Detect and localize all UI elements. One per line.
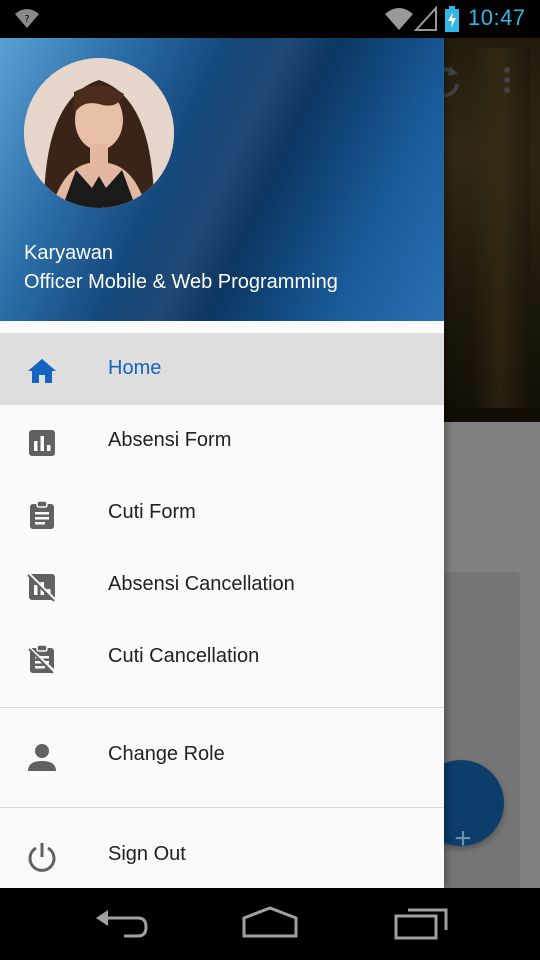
user-role: Officer Mobile & Web Programming xyxy=(24,271,338,293)
menu-item-absensi-cancellation[interactable]: Absensi Cancellation xyxy=(0,549,444,621)
clipboard-icon xyxy=(30,500,54,529)
add-icon: + xyxy=(454,822,472,855)
navigation-drawer: Karyawan Officer Mobile & Web Programmin… xyxy=(0,38,444,888)
menu-item-sign-out[interactable]: Sign Out xyxy=(0,819,444,888)
drawer-header: Karyawan Officer Mobile & Web Programmin… xyxy=(0,38,444,321)
menu-divider xyxy=(0,707,444,708)
bar-chart-cancel-icon xyxy=(26,571,58,603)
menu-item-label: Sign Out xyxy=(108,843,186,865)
recent-apps-icon[interactable] xyxy=(394,904,450,940)
status-clock: 10:47 xyxy=(468,5,526,30)
menu-item-label: Absensi Cancellation xyxy=(108,573,295,595)
wifi-icon xyxy=(385,8,413,30)
menu-item-cuti-cancellation[interactable]: Cuti Cancellation xyxy=(0,621,444,693)
system-nav-bar xyxy=(0,888,540,960)
menu-divider xyxy=(0,807,444,808)
status-bar: ? 10:47 xyxy=(0,0,540,38)
clipboard-cancel-icon xyxy=(26,644,58,675)
svg-text:?: ? xyxy=(24,14,29,25)
notification-icon: ? xyxy=(15,9,39,28)
avatar[interactable] xyxy=(24,58,174,208)
home-nav-icon[interactable] xyxy=(240,906,300,938)
home-icon xyxy=(28,359,56,383)
avatar-photo xyxy=(24,58,174,208)
menu-item-absensi-form[interactable]: Absensi Form xyxy=(0,405,444,477)
menu-item-label: Cuti Cancellation xyxy=(108,645,260,667)
back-icon[interactable] xyxy=(94,908,148,940)
menu-item-label: Cuti Form xyxy=(108,501,196,523)
person-icon xyxy=(28,744,56,771)
menu-item-change-role[interactable]: Change Role xyxy=(0,719,444,793)
signal-icon xyxy=(414,6,437,31)
menu-item-label: Absensi Form xyxy=(108,429,232,451)
user-name: Karyawan xyxy=(24,242,113,264)
menu-item-cuti-form[interactable]: Cuti Form xyxy=(0,477,444,549)
menu-item-label: Home xyxy=(108,357,162,379)
drawer-menu: Home Absensi Form Cuti Form Absensi Canc… xyxy=(0,333,444,888)
bar-chart-icon xyxy=(29,430,55,456)
menu-item-label: Change Role xyxy=(108,743,225,765)
battery-charging-icon xyxy=(445,6,459,32)
menu-item-home[interactable]: Home xyxy=(0,333,444,405)
power-icon xyxy=(28,843,56,872)
